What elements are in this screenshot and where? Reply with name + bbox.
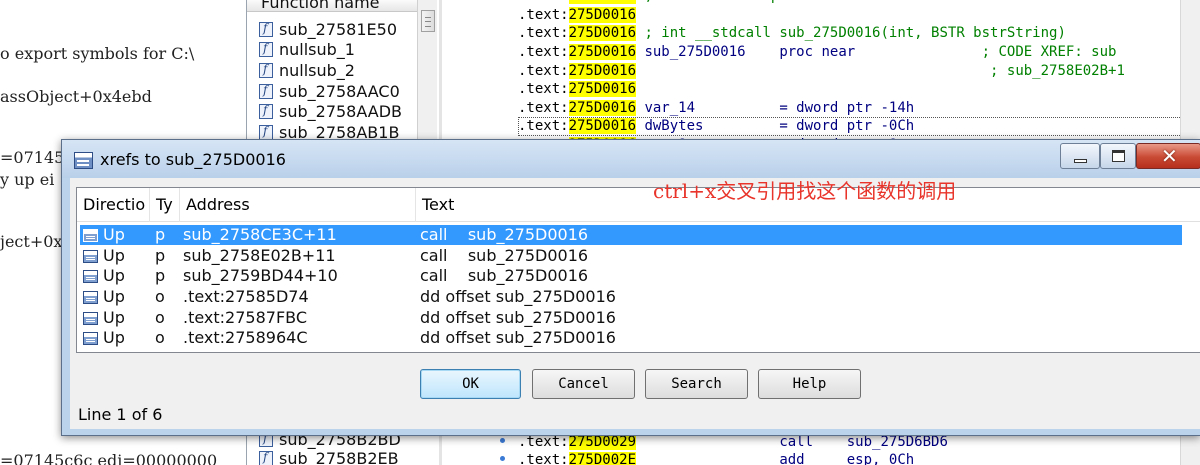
xref-up-icon — [83, 290, 98, 304]
function-list-header[interactable]: Function name — [247, 0, 417, 12]
help-button[interactable]: Help — [758, 369, 861, 399]
function-item[interactable]: sub_2758B2EB — [259, 448, 399, 465]
ok-button[interactable]: OK — [420, 369, 521, 399]
close-icon: ✕ — [1161, 144, 1178, 168]
xref-text: call sub_275D0016 — [420, 246, 589, 265]
function-icon — [259, 21, 273, 37]
function-item[interactable]: nullsub_1 — [259, 39, 355, 59]
function-icon — [259, 124, 273, 140]
xref-type: p — [155, 266, 166, 285]
disasm-line[interactable]: .text:275D0016 ; Attributes: bp-based fr… — [518, 0, 880, 6]
disasm-line[interactable]: .text:275D0016 var_14 = dword ptr -14h — [518, 100, 914, 118]
console-line: assObject+0x4ebd — [0, 87, 152, 106]
xref-direction: Up — [83, 308, 125, 328]
xref-direction: Up — [83, 328, 125, 348]
xref-text: dd offset sub_275D0016 — [420, 328, 616, 347]
disasm-line[interactable]: .text:275D0016 — [518, 7, 644, 25]
column-header-direction[interactable]: Directio — [77, 188, 150, 222]
annotation-text: ctrl+x交叉引用找这个函数的调用 — [653, 179, 957, 203]
xref-type: p — [155, 246, 166, 265]
column-header-address[interactable]: Address — [180, 188, 416, 222]
xrefs-list[interactable]: Directio Ty Address Text Up p sub_2758CE3C… — [76, 187, 1200, 353]
function-icon — [259, 103, 273, 119]
disasm-line[interactable]: .text:275D0016 sub_275D0016 proc near ; … — [518, 44, 1116, 62]
xref-up-icon — [83, 228, 98, 242]
xref-address: .text:2758964C — [183, 328, 308, 347]
xref-direction: Up — [83, 246, 125, 266]
xref-row[interactable]: Up p sub_2759BD44+10 call sub_275D0016 — [80, 266, 1182, 286]
breakpoint-dot[interactable] — [500, 456, 505, 461]
xref-address: sub_2759BD44+10 — [183, 266, 338, 285]
dialog-titlebar[interactable]: xrefs to sub_275D0016 ✕ — [62, 140, 1200, 178]
app-icon — [74, 152, 93, 169]
cancel-button[interactable]: Cancel — [532, 369, 635, 399]
console-line: =07145c6c edi=00000000 — [0, 451, 218, 465]
xref-type: o — [155, 287, 165, 306]
current-line-marker — [518, 117, 1198, 136]
close-button[interactable]: ✕ — [1136, 143, 1200, 169]
function-item[interactable]: sub_2758AAC0 — [259, 81, 400, 101]
function-item[interactable]: sub_2758AADB — [259, 101, 402, 121]
xref-up-icon — [83, 249, 98, 263]
xref-row[interactable]: Up o .text:27587FBC dd offset sub_275D0016 — [80, 308, 1182, 328]
maximize-icon — [1112, 150, 1125, 162]
function-icon — [259, 62, 273, 78]
function-list-scrollbar[interactable] — [417, 0, 437, 140]
xref-text: dd offset sub_275D0016 — [420, 287, 616, 306]
xref-text: call sub_275D0016 — [420, 266, 589, 285]
function-icon — [259, 83, 273, 99]
xref-address: sub_2758E02B+11 — [183, 246, 336, 265]
xref-row[interactable]: Up o .text:27585D74 dd offset sub_275D0016 — [80, 287, 1182, 307]
disasm-line[interactable]: .text:275D0016 ; int __stdcall sub_275D0… — [518, 25, 1066, 43]
minimize-icon — [1074, 159, 1087, 163]
function-item[interactable]: sub_27581E50 — [259, 19, 397, 39]
disasm-line[interactable]: .text:275D0016 ; sub_2758E02B+1 — [518, 63, 1125, 81]
xref-type: o — [155, 308, 165, 327]
xref-type: p — [155, 225, 166, 244]
search-button[interactable]: Search — [645, 369, 748, 399]
maximize-button[interactable] — [1100, 143, 1136, 169]
status-line: Line 1 of 6 — [78, 405, 163, 424]
dialog-client-area: Directio Ty Address Text Up p sub_2758CE3C… — [70, 178, 1200, 429]
dialog-title: xrefs to sub_275D0016 — [100, 150, 286, 169]
xref-text: call sub_275D0016 — [420, 225, 589, 244]
disasm-line[interactable]: .text:275D0016 — [518, 81, 644, 99]
console-line: ject+0x — [0, 232, 63, 251]
xref-direction: Up — [83, 225, 125, 245]
xref-direction: Up — [83, 287, 125, 307]
xref-up-icon — [83, 331, 98, 345]
xref-address: .text:27587FBC — [183, 308, 308, 327]
function-icon — [259, 41, 273, 57]
xref-direction: Up — [83, 266, 125, 286]
function-item[interactable]: nullsub_2 — [259, 60, 355, 80]
function-icon — [259, 450, 273, 465]
scrollbar-thumb[interactable] — [421, 10, 435, 32]
xref-type: o — [155, 328, 165, 347]
xrefs-dialog: xrefs to sub_275D0016 ✕ Directio Ty Addr… — [61, 139, 1200, 436]
xref-address: sub_2758CE3C+11 — [183, 225, 337, 244]
xref-up-icon — [83, 311, 98, 325]
breakpoint-dot[interactable] — [500, 438, 505, 443]
xref-row[interactable]: Up o .text:2758964C dd offset sub_275D0016 — [80, 328, 1182, 348]
xref-row[interactable]: Up p sub_2758CE3C+11 call sub_275D0016 — [80, 225, 1182, 245]
disasm-line[interactable]: .text:275D002E add esp, 0Ch — [518, 452, 914, 465]
xref-text: dd offset sub_275D0016 — [420, 308, 616, 327]
console-line: o export symbols for C:\ — [0, 44, 195, 63]
list-header: Directio Ty Address Text — [77, 188, 1200, 222]
column-header-type[interactable]: Ty — [150, 188, 180, 222]
xref-address: .text:27585D74 — [183, 287, 309, 306]
xref-up-icon — [83, 269, 98, 283]
xref-row[interactable]: Up p sub_2758E02B+11 call sub_275D0016 — [80, 246, 1182, 266]
console-line: y up ei — [0, 170, 55, 189]
disasm-line[interactable]: .text:275D0029 call sub_275D6BD6 — [518, 434, 948, 452]
minimize-button[interactable] — [1060, 143, 1100, 169]
